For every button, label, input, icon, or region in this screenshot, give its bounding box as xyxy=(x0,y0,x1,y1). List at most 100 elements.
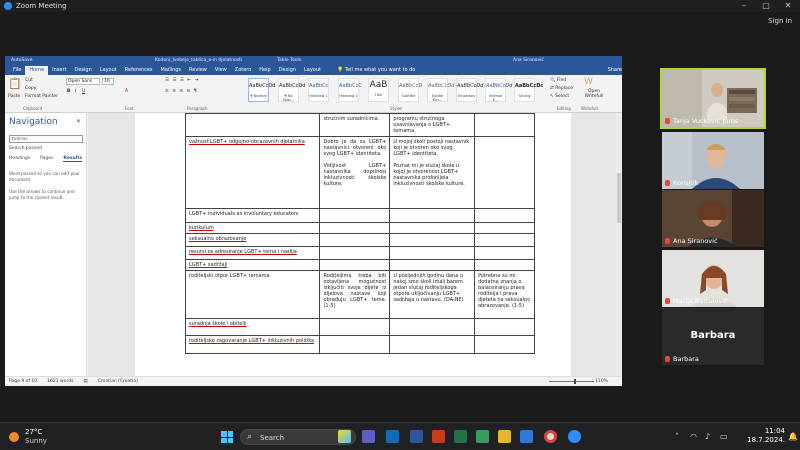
bold-button[interactable]: B xyxy=(67,89,70,94)
underline-button[interactable]: U xyxy=(82,89,85,94)
menu-view[interactable]: View xyxy=(211,66,231,75)
participant-tile[interactable]: Ana Siranović xyxy=(662,190,764,247)
menu-home[interactable]: Home xyxy=(25,66,49,75)
format-painter-button[interactable]: Format Painter xyxy=(25,94,58,99)
table-cell[interactable] xyxy=(389,335,476,354)
table-cell[interactable]: LGBT+ individuals as involuntary educato… xyxy=(184,208,321,223)
font-name-select[interactable]: Open Sans xyxy=(66,78,100,85)
volume-icon[interactable]: ♪ xyxy=(705,432,710,441)
word-user-name[interactable]: Ana Siranović xyxy=(513,58,544,63)
participant-tile[interactable]: Korisnik xyxy=(662,132,764,189)
table-cell[interactable]: roditeljsko zagovaranje LGBT+ inkluzivni… xyxy=(184,335,321,354)
menu-file[interactable]: File xyxy=(9,66,25,75)
table-cell[interactable]: LGBT+ sadržaji xyxy=(184,259,321,271)
language-indicator[interactable]: Croatian (Croatia) xyxy=(98,379,138,384)
teams-icon[interactable] xyxy=(362,430,375,443)
writefull-icon[interactable]: W xyxy=(584,77,593,87)
excel-icon[interactable] xyxy=(454,430,467,443)
menu-layout[interactable]: Layout xyxy=(96,66,121,75)
participant-tile[interactable]: Barbara Barbara xyxy=(662,308,764,365)
weather-temperature[interactable]: 27°C xyxy=(25,428,42,436)
tab-results[interactable]: Results xyxy=(63,156,83,162)
paste-icon[interactable]: 📋 xyxy=(8,77,22,90)
font-color-icon[interactable]: A xyxy=(125,89,128,94)
table-cell[interactable] xyxy=(319,208,391,223)
table-cell[interactable] xyxy=(389,222,476,234)
participant-tile[interactable]: Tanja Vuckovic Juros xyxy=(660,68,766,129)
tab-pages[interactable]: Pages xyxy=(40,156,53,162)
align-icons[interactable]: ≡ ≡ ≡ ≡ ¶ xyxy=(165,89,198,94)
table-cell[interactable]: Potrebna su mi dodatna znanja o balansir… xyxy=(474,270,535,319)
replace-button[interactable]: ⇄ Replace xyxy=(550,86,573,91)
table-cell[interactable] xyxy=(474,222,535,234)
page-count[interactable]: Page 9 of 10 xyxy=(9,379,37,384)
table-cell[interactable] xyxy=(474,318,535,336)
menu-zotero[interactable]: Zotero xyxy=(231,66,256,75)
table-cell[interactable]: Dobro je da su LGBT+ nastavnici otvoreni… xyxy=(319,136,391,209)
font-size-select[interactable]: 10 xyxy=(102,78,114,85)
table-cell[interactable] xyxy=(184,113,321,137)
table-cell[interactable] xyxy=(474,208,535,223)
table-cell[interactable]: Roditeljima treba biti ostavljena mogućn… xyxy=(319,270,391,319)
table-cell[interactable]: roditeljski otpor LGBT+ temama xyxy=(184,270,321,319)
style-strong[interactable]: AaBbCcDc Strong xyxy=(514,78,543,102)
style-normal[interactable]: AaBbCcDd ¶ Normal xyxy=(248,78,275,102)
weather-sun-icon[interactable] xyxy=(9,432,19,442)
cut-button[interactable]: Cut xyxy=(25,78,33,83)
table-cell[interactable]: U posljednjih godinu dana u našoj smo šk… xyxy=(389,270,476,319)
zoom-level[interactable]: 110% xyxy=(595,379,608,384)
table-cell[interactable]: stručnim suradnicima. xyxy=(319,113,391,137)
menu-insert[interactable]: Insert xyxy=(48,66,70,75)
list-icons[interactable]: ☰ ☰ ☰ ⇤ ⇥ xyxy=(165,78,199,83)
store-icon[interactable] xyxy=(520,430,533,443)
copy-button[interactable]: Copy xyxy=(25,86,36,91)
word-icon[interactable] xyxy=(410,430,423,443)
open-writefull-button[interactable]: Open Writefull xyxy=(579,89,609,99)
navigation-search-input[interactable]: toleran xyxy=(9,135,83,143)
tray-chevron-icon[interactable]: ˄ xyxy=(675,432,679,441)
notification-icon[interactable]: 🔔 xyxy=(788,432,798,441)
minimize-icon[interactable]: – xyxy=(734,0,754,12)
menu-help[interactable]: Help xyxy=(255,66,274,75)
table-cell[interactable] xyxy=(389,259,476,271)
close-icon[interactable]: ✕ xyxy=(778,0,798,12)
table-cell[interactable] xyxy=(389,233,476,247)
battery-icon[interactable]: ▭ xyxy=(720,432,728,441)
paste-button[interactable]: Paste xyxy=(8,94,20,99)
style-heading-1[interactable]: AaBbCc Heading 1 xyxy=(308,78,329,102)
menu-mailings[interactable]: Mailings xyxy=(157,66,186,75)
table-cell[interactable]: suradnja škole i obitelji xyxy=(184,318,321,336)
style-title[interactable]: AaB Title xyxy=(368,78,389,102)
table-cell[interactable] xyxy=(319,233,391,247)
select-button[interactable]: ↖ Select xyxy=(550,94,569,99)
table-cell[interactable] xyxy=(474,136,535,209)
menu-table-design[interactable]: Design xyxy=(275,66,300,75)
table-cell[interactable] xyxy=(474,259,535,271)
proofing-icon[interactable]: ▤ xyxy=(83,379,87,384)
clock-date[interactable]: 18.7.2024. xyxy=(742,436,785,444)
menu-review[interactable]: Review xyxy=(185,66,211,75)
menu-table-layout[interactable]: Layout xyxy=(300,66,325,75)
chrome-icon[interactable] xyxy=(544,430,557,443)
table-cell[interactable] xyxy=(474,233,535,247)
maximize-icon[interactable]: ▢ xyxy=(756,0,776,12)
style-subtle-emphasis[interactable]: AaBbCcDd Subtle Em... xyxy=(427,78,454,102)
powerpoint-icon[interactable] xyxy=(432,430,445,443)
table-cell[interactable] xyxy=(389,318,476,336)
share-button[interactable]: Share xyxy=(608,67,622,75)
table-cell[interactable]: resursi za adresiranje LGBT+ tema i nasi… xyxy=(184,246,321,260)
zoom-slider[interactable] xyxy=(549,379,594,384)
scrollbar-thumb[interactable] xyxy=(617,173,621,223)
table-cell[interactable] xyxy=(474,246,535,260)
table-cell[interactable] xyxy=(389,208,476,223)
style-no-spacing[interactable]: AaBbCcDd ¶ No Spac... xyxy=(278,78,305,102)
table-cell[interactable]: važnost LGBT+ odgojno-obrazovnih djelatn… xyxy=(184,136,321,209)
table-cell[interactable] xyxy=(319,259,391,271)
menu-design[interactable]: Design xyxy=(70,66,95,75)
wifi-icon[interactable]: ◠ xyxy=(690,432,697,441)
copilot-icon[interactable] xyxy=(338,430,351,443)
weather-description[interactable]: Sunny xyxy=(25,437,47,445)
style-emphasis[interactable]: AaBbCcDd Emphasis xyxy=(456,78,483,102)
table-cell[interactable] xyxy=(319,318,391,336)
italic-button[interactable]: I xyxy=(75,89,76,94)
